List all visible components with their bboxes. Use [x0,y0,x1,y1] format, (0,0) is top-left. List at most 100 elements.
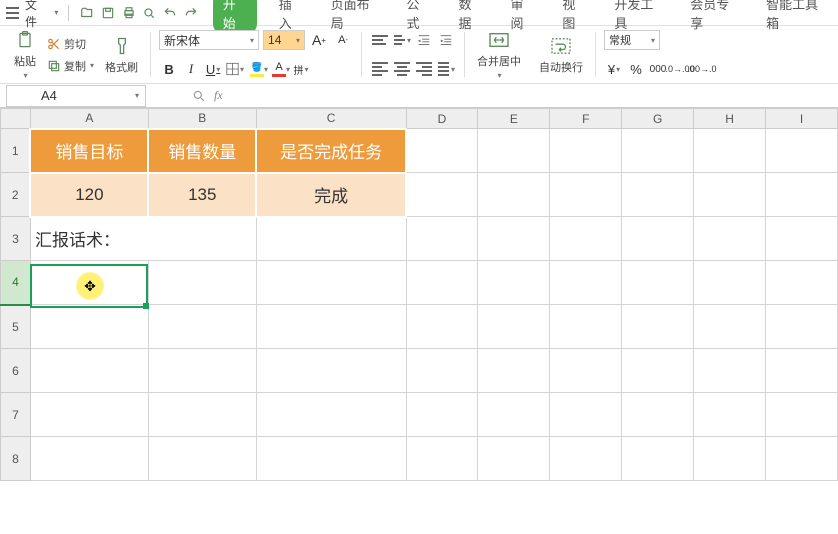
row-header-2[interactable]: 2 [1,173,31,217]
percent-button[interactable]: % [626,59,646,79]
col-header-f[interactable]: F [550,109,622,129]
cell-b1[interactable]: 销售数量 [148,129,256,173]
col-header-b[interactable]: B [148,109,256,129]
cell[interactable] [478,129,550,173]
cell[interactable] [478,261,550,305]
cell[interactable] [550,349,622,393]
cell[interactable] [406,261,478,305]
search-icon[interactable] [192,89,206,103]
col-header-h[interactable]: H [694,109,766,129]
cell[interactable] [478,173,550,217]
phonetic-button[interactable]: 拼▾ [291,59,311,79]
row-header-4[interactable]: 4 [1,261,31,305]
cell[interactable] [694,173,766,217]
cell-a4[interactable] [30,261,148,305]
fx-icon[interactable]: fx [214,88,223,103]
wrap-text-button[interactable]: 自动换行 [535,33,587,77]
col-header-g[interactable]: G [622,109,694,129]
cell[interactable] [622,261,694,305]
cell[interactable] [256,217,406,261]
cell[interactable] [766,305,838,349]
cell[interactable] [550,173,622,217]
save-icon[interactable] [100,5,115,21]
cell[interactable] [622,393,694,437]
cell[interactable] [622,349,694,393]
row-header-5[interactable]: 5 [1,305,31,349]
cell[interactable] [694,261,766,305]
row-header-7[interactable]: 7 [1,393,31,437]
cell-c2[interactable]: 完成 [256,173,406,217]
cell[interactable] [406,305,478,349]
align-left-button[interactable] [370,59,390,79]
increase-font-button[interactable]: A+ [309,30,329,50]
cell[interactable] [478,393,550,437]
cell[interactable] [30,349,148,393]
decrease-font-button[interactable]: A- [333,30,353,50]
select-all-corner[interactable] [1,109,31,129]
open-icon[interactable] [79,5,94,21]
fill-color-button[interactable]: 🪣▾ [247,59,267,79]
cell[interactable] [256,305,406,349]
cell[interactable] [478,349,550,393]
paste-button[interactable]: 粘贴▾ [10,27,40,82]
cell[interactable] [148,349,256,393]
font-size-select[interactable]: 14▾ [263,30,305,50]
cell[interactable] [406,129,478,173]
col-header-c[interactable]: C [256,109,406,129]
name-box[interactable]: A4 ▾ [6,85,146,107]
cell[interactable] [478,217,550,261]
cell[interactable] [694,217,766,261]
underline-button[interactable]: U▾ [203,59,223,79]
tab-smarttools[interactable]: 智能工具箱 [760,0,832,34]
cell[interactable] [550,305,622,349]
cell[interactable] [622,305,694,349]
cell[interactable] [256,349,406,393]
sheet-table[interactable]: A B C D E F G H I 1 销售目标 销售数量 是否完成任务 2 1… [0,108,838,481]
cell[interactable] [406,349,478,393]
col-header-d[interactable]: D [406,109,478,129]
cell[interactable] [694,437,766,481]
decrease-decimal-button[interactable]: .00→.0 [692,59,712,79]
col-header-a[interactable]: A [30,109,148,129]
cell[interactable] [550,393,622,437]
font-color-button[interactable]: A▾ [269,59,289,79]
cell[interactable] [478,305,550,349]
cell[interactable] [766,437,838,481]
cell[interactable] [406,217,478,261]
row-header-3[interactable]: 3 [1,217,31,261]
row-header-8[interactable]: 8 [1,437,31,481]
cell-b2[interactable]: 135 [148,173,256,217]
file-menu[interactable]: 文件 [25,0,47,30]
bold-button[interactable]: B [159,59,179,79]
cell[interactable] [256,261,406,305]
cell[interactable] [766,261,838,305]
italic-button[interactable]: I [181,59,201,79]
cell[interactable] [694,349,766,393]
merge-center-button[interactable]: 合并居中▾ [473,27,525,82]
copy-button[interactable]: 复制▾ [44,57,97,75]
cell[interactable] [30,437,148,481]
cell[interactable] [406,393,478,437]
cell[interactable] [550,437,622,481]
cell[interactable] [256,393,406,437]
font-name-select[interactable]: 新宋体▾ [159,30,259,50]
row-header-6[interactable]: 6 [1,349,31,393]
col-header-e[interactable]: E [478,109,550,129]
justify-button[interactable]: ▾ [436,59,456,79]
cell[interactable] [766,173,838,217]
undo-icon[interactable] [163,5,178,21]
align-middle-button[interactable]: ▾ [392,30,412,50]
currency-button[interactable]: ¥▾ [604,59,624,79]
cell[interactable] [766,129,838,173]
cell[interactable] [622,173,694,217]
cell[interactable] [148,437,256,481]
col-header-i[interactable]: I [766,109,838,129]
row-header-1[interactable]: 1 [1,129,31,173]
cell[interactable] [550,217,622,261]
increase-indent-button[interactable] [436,30,456,50]
cell[interactable] [694,393,766,437]
cell[interactable] [256,437,406,481]
cell[interactable] [148,261,256,305]
decrease-indent-button[interactable] [414,30,434,50]
cell[interactable] [550,129,622,173]
